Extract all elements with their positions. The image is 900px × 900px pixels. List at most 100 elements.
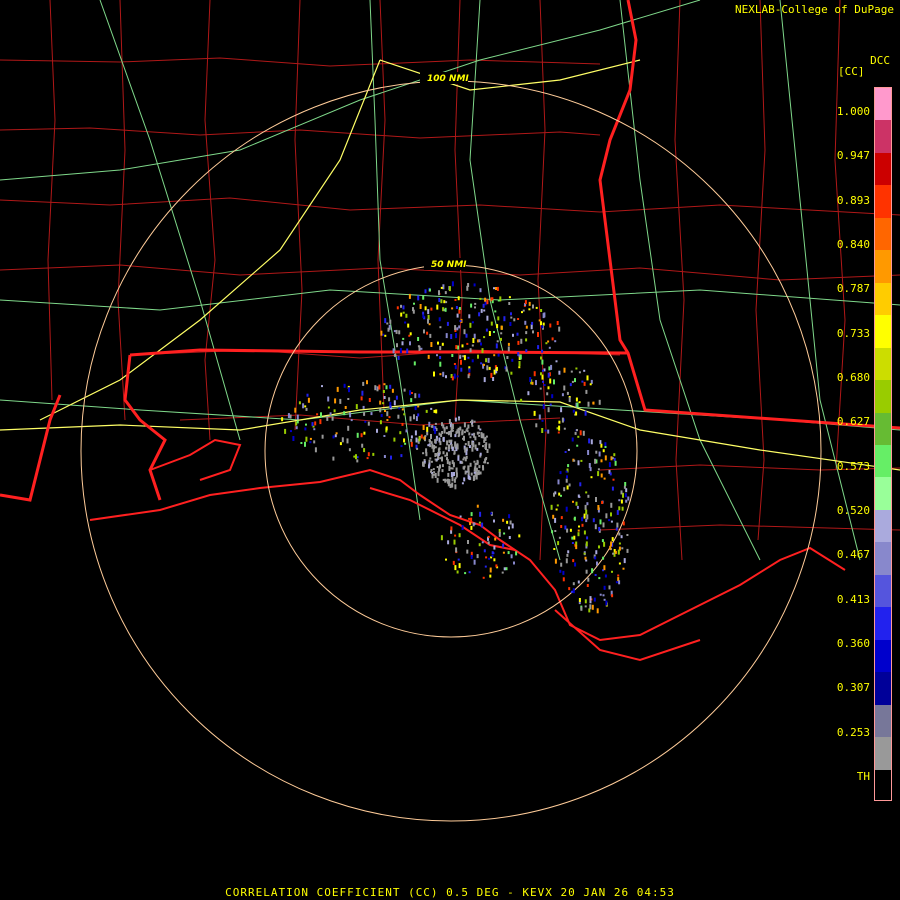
echo-pixel [362,405,365,409]
echo-pixel [443,428,446,434]
echo-pixel [405,313,408,318]
units-label: [CC] [838,65,865,78]
scale-tick-label: 0.253 [836,725,870,739]
echo-pixel [382,333,385,336]
echo-pixel [488,366,491,370]
echo-pixel [441,431,444,434]
echo-pixel [584,605,587,608]
echo-pixel [415,416,418,421]
echo-pixel [610,520,613,523]
echo-pixel [587,401,590,407]
echo-pixel [471,424,474,427]
echo-pixel [585,389,588,394]
echo-pixel [439,457,442,460]
echo-pixel [473,283,476,287]
echo-pixel [603,565,606,571]
echo-pixel [407,323,410,328]
echo-pixel [398,407,401,410]
echo-pixel [403,388,406,392]
echo-pixel [370,412,373,416]
echo-pixel [478,521,481,524]
echo-pixel [589,596,592,601]
echo-pixel [554,517,557,523]
echo-pixel [427,309,430,315]
echo-pixel [475,474,478,480]
echo-pixel [451,376,454,381]
echo-pixel [453,452,456,455]
echo-pixel [572,409,575,413]
echo-pixel [508,526,510,530]
scale-swatch [875,185,891,218]
echo-pixel [402,305,405,310]
echo-pixel [553,492,555,497]
echo-pixel [309,441,312,444]
echo-pixel [493,545,496,550]
scale-tick-label: 0.573 [836,459,870,473]
echo-pixel [476,459,479,465]
echo-pixel [429,439,431,443]
echo-pixel [445,558,447,561]
echo-pixel [482,303,485,308]
echo-pixel [451,354,454,357]
echo-pixel [409,332,412,336]
echo-pixel [334,398,337,404]
echo-pixel [583,530,586,535]
echo-pixel [442,478,445,481]
echo-pixel [577,494,580,498]
echo-pixel [424,289,427,294]
echo-pixel [418,436,421,442]
echo-pixel [380,414,383,417]
echo-pixel [466,549,469,554]
echo-pixel [507,346,510,352]
scale-tick-label: TH [856,770,870,783]
echo-pixel [478,442,481,446]
echo-pixel [586,514,589,520]
scale-swatch [875,607,891,640]
echo-pixel [403,438,406,443]
echo-pixel [605,600,608,606]
echo-pixel [434,473,437,478]
echo-pixel [450,428,453,432]
echo-pixel [363,448,366,453]
echo-pixel [532,330,534,334]
echo-pixel [412,309,415,314]
echo-pixel [572,588,575,594]
scale-tick-label: 0.307 [836,681,870,695]
scale-swatch [875,315,891,348]
echo-pixel [363,411,366,416]
echo-pixel [395,329,398,334]
echo-pixel [502,551,505,554]
echo-pixel [620,535,623,539]
echo-pixel [535,306,538,309]
echo-pixel [584,599,587,604]
echo-pixel [442,451,445,455]
echo-pixel [438,432,441,436]
echo-pixel [528,308,531,311]
echo-pixel [434,439,437,444]
echo-pixel [528,301,531,306]
echo-pixel [510,316,513,319]
echo-pixel [456,375,459,378]
echo-pixel [295,426,298,430]
echo-pixel [496,286,499,291]
echo-pixel [466,427,469,430]
echo-pixel [416,447,419,450]
echo-pixel [455,467,458,473]
echo-pixel [561,417,564,423]
echo-pixel [522,309,525,312]
echo-pixel [540,372,542,376]
echo-pixel [620,499,623,504]
echo-pixel [445,426,448,430]
echo-pixel [463,329,466,335]
echo-pixel [401,408,404,411]
echo-pixel [396,343,398,348]
echo-pixel [459,320,462,322]
echo-pixel [447,540,450,545]
echo-pixel [413,414,415,420]
echo-pixel [457,418,460,420]
echo-pixel [563,487,566,492]
echo-pixel [462,458,465,461]
echo-pixel [472,476,475,481]
echo-pixel [468,571,471,574]
echo-pixel [314,421,317,426]
